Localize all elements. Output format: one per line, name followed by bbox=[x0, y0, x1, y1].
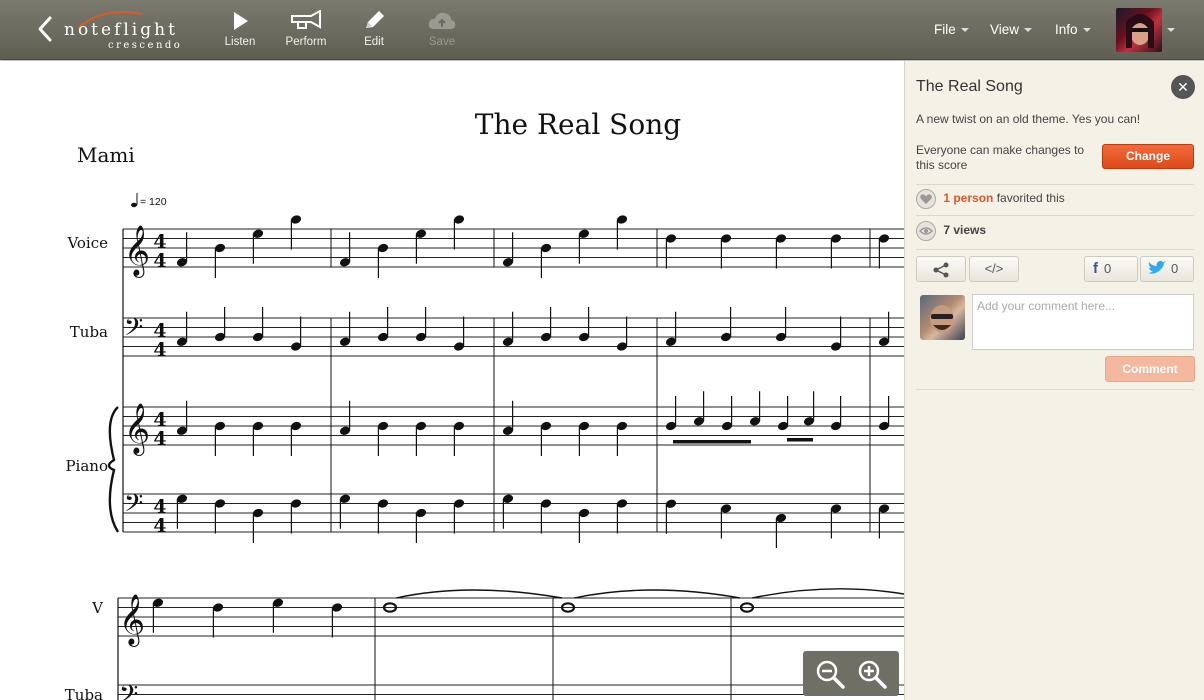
time-signature: 4 bbox=[153, 339, 166, 361]
share-icon bbox=[933, 262, 949, 278]
perform-label: Perform bbox=[285, 36, 327, 48]
listen-button[interactable]: Listen bbox=[210, 10, 270, 54]
score-canvas[interactable]: The Real Song Mami = 120 Voice Tuba Pian… bbox=[0, 61, 904, 700]
score-title: The Real Song bbox=[475, 108, 681, 141]
logo-name: noteflight bbox=[64, 20, 178, 40]
trumpet-icon bbox=[291, 10, 321, 29]
edit-permission-text: Everyone can make changes to this score bbox=[916, 143, 1085, 172]
instrument-label-voice: Voice bbox=[66, 234, 108, 252]
file-menu[interactable]: File bbox=[934, 22, 969, 37]
save-button[interactable]: Save bbox=[412, 10, 472, 54]
tie bbox=[395, 589, 563, 599]
music-notation: The Real Song Mami = 120 Voice Tuba Pian… bbox=[65, 108, 904, 700]
bass-clef-icon: 𝄢 bbox=[124, 313, 143, 348]
panel-title: The Real Song bbox=[916, 78, 1023, 95]
time-signature: 4 bbox=[153, 250, 166, 272]
top-toolbar: noteflight crescendo Listen Perform Edit… bbox=[0, 0, 1204, 60]
tempo-marking: = 120 bbox=[131, 193, 167, 208]
back-arrow-icon[interactable] bbox=[36, 14, 56, 44]
embed-button[interactable]: </> bbox=[969, 256, 1019, 282]
tie bbox=[751, 588, 904, 599]
info-menu[interactable]: Info bbox=[1055, 22, 1091, 37]
facebook-icon: f bbox=[1093, 260, 1098, 277]
beam bbox=[673, 440, 751, 444]
avatar-photo-icon bbox=[1126, 14, 1154, 48]
bass-clef-icon: 𝄢 bbox=[119, 680, 138, 700]
views-row: 7 views bbox=[916, 221, 986, 241]
heart-icon[interactable] bbox=[916, 189, 936, 209]
change-permission-button[interactable]: Change bbox=[1102, 144, 1194, 169]
twitter-button[interactable]: 0 bbox=[1140, 256, 1194, 282]
zoom-in-button[interactable] bbox=[855, 657, 889, 691]
favorites-suffix: favorited this bbox=[996, 191, 1065, 206]
chevron-down-icon bbox=[1082, 28, 1091, 33]
divider bbox=[916, 215, 1194, 216]
divider bbox=[916, 389, 1194, 390]
noteflight-logo[interactable]: noteflight crescendo bbox=[64, 8, 184, 52]
favorites-count[interactable]: 1 person bbox=[943, 191, 993, 205]
avatar-chevron-down-icon[interactable] bbox=[1167, 28, 1175, 32]
facebook-button[interactable]: f0 bbox=[1084, 256, 1138, 282]
commenter-avatar bbox=[920, 295, 965, 340]
play-icon bbox=[234, 12, 248, 30]
cloud-upload-icon bbox=[428, 12, 456, 29]
instrument-label-tuba-short: Tuba bbox=[65, 686, 103, 700]
instrument-label-piano: Piano bbox=[65, 457, 108, 475]
listen-label: Listen bbox=[224, 36, 256, 48]
info-menu-label: Info bbox=[1055, 22, 1078, 37]
twitter-count: 0 bbox=[1171, 261, 1179, 276]
score-description: A new twist on an old theme. Yes you can… bbox=[916, 112, 1141, 126]
zoom-out-button[interactable] bbox=[813, 657, 847, 691]
views-count: 7 views bbox=[943, 223, 987, 238]
view-menu[interactable]: View bbox=[990, 22, 1033, 37]
tie bbox=[573, 589, 741, 599]
score-info-panel: The Real Song ✕ A new twist on an old th… bbox=[904, 61, 1204, 700]
save-label: Save bbox=[428, 36, 456, 48]
logo-sub: crescendo bbox=[108, 40, 183, 51]
piano-brace-icon bbox=[107, 406, 120, 533]
user-avatar[interactable] bbox=[1116, 8, 1162, 52]
facebook-count: 0 bbox=[1104, 261, 1112, 276]
time-signature: 4 bbox=[153, 428, 166, 450]
zoom-out-icon bbox=[816, 660, 845, 689]
twitter-icon bbox=[1148, 260, 1166, 274]
avatar-photo-icon bbox=[930, 305, 954, 333]
view-menu-label: View bbox=[990, 22, 1020, 37]
close-icon[interactable]: ✕ bbox=[1171, 75, 1195, 99]
bass-clef-icon: 𝄢 bbox=[124, 489, 143, 524]
share-button[interactable] bbox=[916, 256, 966, 282]
divider bbox=[916, 249, 1194, 250]
time-signature: 4 bbox=[153, 515, 166, 537]
embed-label: </> bbox=[984, 261, 1004, 276]
pencil-icon bbox=[366, 11, 384, 28]
edit-button[interactable]: Edit bbox=[344, 10, 404, 54]
comment-input[interactable] bbox=[972, 294, 1194, 350]
chevron-down-icon bbox=[1024, 28, 1033, 33]
divider bbox=[916, 184, 1194, 185]
edit-label: Edit bbox=[364, 36, 384, 48]
eye-icon bbox=[916, 221, 936, 241]
comment-button[interactable]: Comment bbox=[1105, 356, 1195, 382]
favorites-row: 1 person favorited this bbox=[916, 189, 1065, 209]
tempo-text: = 120 bbox=[140, 196, 167, 208]
zoom-in-icon bbox=[858, 660, 887, 689]
instrument-label-voice-short: V bbox=[91, 599, 104, 617]
score-composer: Mami bbox=[77, 143, 135, 167]
instrument-label-tuba: Tuba bbox=[70, 323, 108, 341]
treble-clef-icon: 𝄞 bbox=[119, 594, 145, 647]
file-menu-label: File bbox=[934, 22, 956, 37]
zoom-controls bbox=[803, 651, 899, 696]
treble-clef-icon: 𝄞 bbox=[124, 225, 150, 278]
beam bbox=[787, 438, 813, 442]
chevron-down-icon bbox=[960, 28, 969, 33]
treble-clef-icon: 𝄞 bbox=[124, 403, 150, 456]
perform-button[interactable]: Perform bbox=[276, 10, 336, 54]
